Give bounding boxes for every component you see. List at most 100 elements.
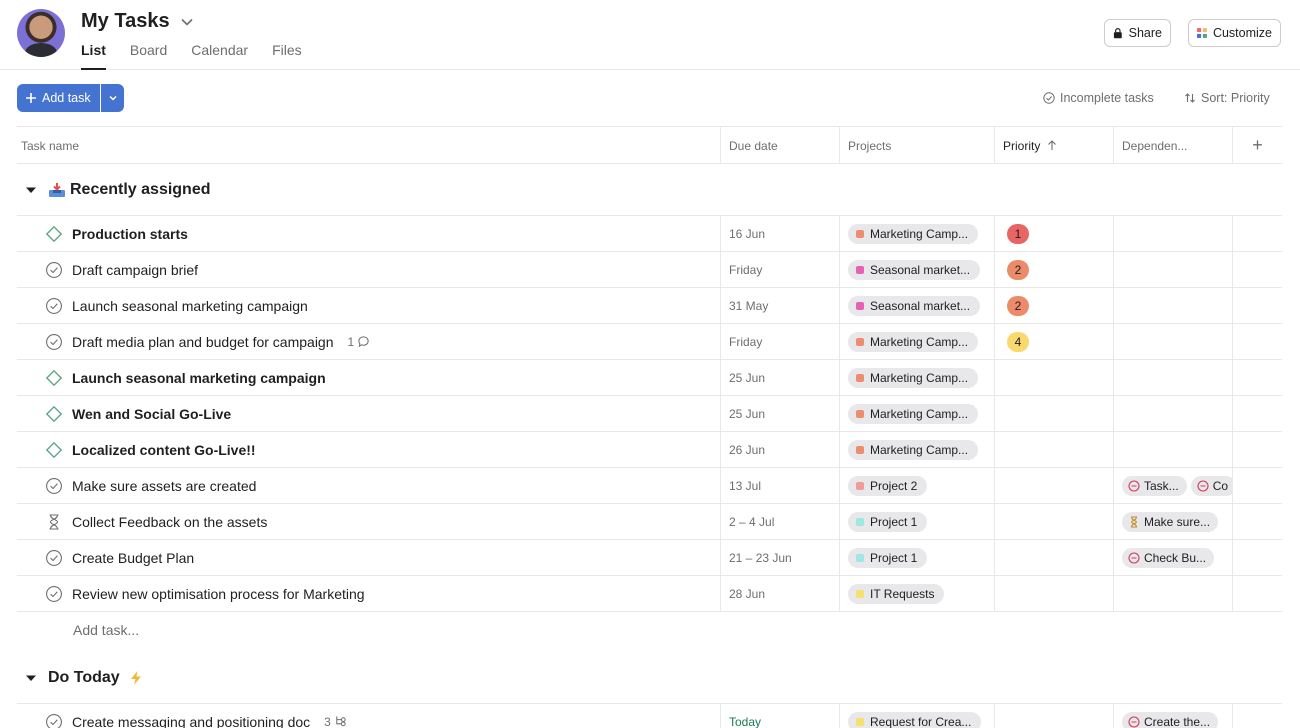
projects-cell[interactable]: Seasonal market... — [839, 288, 994, 323]
table-row[interactable]: Draft media plan and budget for campaign… — [17, 324, 1282, 360]
task-name-cell[interactable]: Review new optimisation process for Mark… — [72, 576, 365, 611]
due-date-cell[interactable]: 16 Jun — [720, 216, 839, 251]
due-date-cell[interactable]: 25 Jun — [720, 396, 839, 431]
check-circle-icon[interactable] — [45, 333, 63, 351]
section-do-today[interactable]: Do Today — [17, 652, 1282, 704]
tab-list[interactable]: List — [81, 42, 106, 70]
projects-cell[interactable]: Project 2 — [839, 468, 994, 503]
dependencies-cell[interactable]: Create the... — [1113, 704, 1232, 728]
project-pill[interactable]: Seasonal market... — [848, 259, 981, 280]
projects-cell[interactable]: Project 1 — [839, 504, 994, 539]
due-date-cell[interactable]: 31 May — [720, 288, 839, 323]
task-name-cell[interactable]: Collect Feedback on the assets — [72, 504, 267, 539]
task-meta[interactable]: 3 — [324, 715, 347, 728]
dependencies-cell[interactable] — [1113, 576, 1232, 611]
project-pill[interactable]: Marketing Camp... — [848, 439, 979, 460]
priority-cell[interactable] — [994, 360, 1113, 395]
due-date-cell[interactable]: Friday — [720, 324, 839, 359]
column-projects[interactable]: Projects — [839, 127, 994, 164]
task-name-cell[interactable]: Draft campaign brief — [72, 252, 198, 287]
dependency-pill[interactable]: Create the... — [1122, 711, 1219, 728]
projects-cell[interactable]: Marketing Camp... — [839, 216, 994, 251]
project-pill[interactable]: Marketing Camp... — [848, 367, 979, 388]
column-dependencies[interactable]: Dependen... — [1113, 127, 1232, 164]
table-row[interactable]: Create Budget Plan 21 – 23 Jun Project 1 Ch… — [17, 540, 1282, 576]
project-pill[interactable]: Marketing Camp... — [848, 223, 979, 244]
projects-cell[interactable]: Marketing Camp... — [839, 324, 994, 359]
check-circle-icon[interactable] — [45, 713, 63, 728]
due-date-cell[interactable]: 26 Jun — [720, 432, 839, 467]
priority-cell[interactable]: 4 — [994, 324, 1113, 359]
dependencies-cell[interactable] — [1113, 396, 1232, 431]
dependencies-cell[interactable] — [1113, 360, 1232, 395]
table-row[interactable]: Make sure assets are created 13 Jul Projec… — [17, 468, 1282, 504]
table-row[interactable]: Create messaging and positioning doc 3 Tod… — [17, 704, 1282, 728]
check-circle-icon[interactable] — [45, 549, 63, 567]
task-name-cell[interactable]: Make sure assets are created — [72, 468, 256, 503]
task-name-cell[interactable]: Localized content Go-Live!! — [72, 432, 256, 467]
table-row[interactable]: Review new optimisation process for Mark… — [17, 576, 1282, 612]
table-row[interactable]: Launch seasonal marketing campaign 31 May… — [17, 288, 1282, 324]
dependency-pill[interactable]: Co — [1190, 475, 1232, 496]
task-name-cell[interactable]: Create messaging and positioning doc 3 — [72, 704, 347, 728]
dependency-pill[interactable]: Task... — [1122, 475, 1187, 496]
projects-cell[interactable]: Marketing Camp... — [839, 360, 994, 395]
task-name-cell[interactable]: Launch seasonal marketing campaign — [72, 288, 308, 323]
check-circle-icon[interactable] — [45, 585, 63, 603]
table-row[interactable]: Production starts 16 Jun Marketing Camp...… — [17, 216, 1282, 252]
dependencies-cell[interactable] — [1113, 432, 1232, 467]
column-due-date[interactable]: Due date — [720, 127, 839, 164]
priority-cell[interactable] — [994, 432, 1113, 467]
dependencies-cell[interactable] — [1113, 252, 1232, 287]
dependencies-cell[interactable]: Task... Co — [1113, 468, 1232, 503]
chevron-down-icon[interactable] — [180, 15, 194, 29]
due-date-cell[interactable]: Today — [720, 704, 839, 728]
task-name-cell[interactable]: Production starts — [72, 216, 188, 251]
project-pill[interactable]: Request for Crea... — [848, 711, 982, 728]
tab-files[interactable]: Files — [272, 42, 302, 70]
priority-cell[interactable] — [994, 576, 1113, 611]
due-date-cell[interactable]: 13 Jul — [720, 468, 839, 503]
priority-badge[interactable]: 1 — [1007, 223, 1029, 244]
task-name-cell[interactable]: Create Budget Plan — [72, 540, 194, 575]
due-date-cell[interactable]: 2 – 4 Jul — [720, 504, 839, 539]
project-pill[interactable]: Project 1 — [848, 547, 928, 568]
table-row[interactable]: Wen and Social Go-Live 25 Jun Marketing Ca… — [17, 396, 1282, 432]
incomplete-tasks-filter[interactable]: Incomplete tasks — [1043, 91, 1154, 105]
due-date-cell[interactable]: 28 Jun — [720, 576, 839, 611]
projects-cell[interactable]: IT Requests — [839, 576, 994, 611]
projects-cell[interactable]: Marketing Camp... — [839, 432, 994, 467]
check-circle-icon[interactable] — [45, 477, 63, 495]
dependencies-cell[interactable]: Make sure... — [1113, 504, 1232, 539]
tab-board[interactable]: Board — [130, 42, 167, 70]
column-priority[interactable]: Priority — [994, 127, 1113, 164]
caret-down-icon[interactable] — [26, 185, 36, 195]
milestone-icon[interactable] — [45, 441, 63, 459]
due-date-cell[interactable]: Friday — [720, 252, 839, 287]
table-row[interactable]: Draft campaign brief Friday Seasonal marke… — [17, 252, 1282, 288]
priority-badge[interactable]: 2 — [1007, 259, 1029, 280]
project-pill[interactable]: Project 1 — [848, 511, 928, 532]
priority-cell[interactable] — [994, 704, 1113, 728]
priority-cell[interactable]: 1 — [994, 216, 1113, 251]
task-name-cell[interactable]: Launch seasonal marketing campaign — [72, 360, 326, 395]
priority-badge[interactable]: 4 — [1007, 331, 1029, 352]
share-button[interactable]: Share — [1104, 19, 1171, 47]
milestone-icon[interactable] — [45, 225, 63, 243]
dependency-pill[interactable]: Make sure... — [1122, 511, 1219, 532]
table-row[interactable]: Launch seasonal marketing campaign 25 Jun… — [17, 360, 1282, 396]
projects-cell[interactable]: Request for Crea... — [839, 704, 994, 728]
table-row[interactable]: Collect Feedback on the assets 2 – 4 Jul P… — [17, 504, 1282, 540]
customize-button[interactable]: Customize — [1188, 19, 1281, 47]
add-task-dropdown[interactable] — [101, 84, 124, 112]
project-pill[interactable]: Seasonal market... — [848, 295, 981, 316]
projects-cell[interactable]: Marketing Camp... — [839, 396, 994, 431]
milestone-icon[interactable] — [45, 405, 63, 423]
dependency-pill[interactable]: Check Bu... — [1122, 547, 1215, 568]
section-recently-assigned[interactable]: Recently assigned — [17, 164, 1282, 216]
check-circle-icon[interactable] — [45, 297, 63, 315]
priority-cell[interactable] — [994, 396, 1113, 431]
priority-badge[interactable]: 2 — [1007, 295, 1029, 316]
project-pill[interactable]: Marketing Camp... — [848, 331, 979, 352]
task-name-cell[interactable]: Draft media plan and budget for campaign… — [72, 324, 370, 359]
